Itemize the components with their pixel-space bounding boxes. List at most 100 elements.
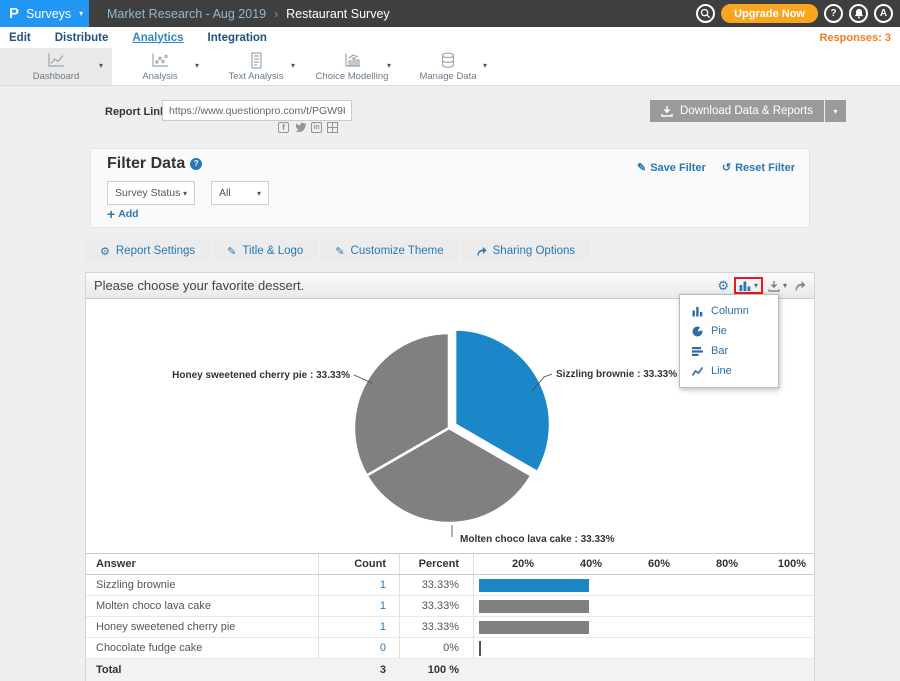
scale-tick: 40% [542, 558, 610, 570]
questionpro-logo: P [9, 6, 19, 21]
question-title: Please choose your favorite dessert. [94, 278, 304, 293]
menu-item-line[interactable]: Line [680, 361, 778, 381]
tab-sharing-options[interactable]: Sharing Options [461, 240, 590, 262]
account-button[interactable]: A [874, 4, 893, 23]
download-options-caret-button[interactable]: ▾ [825, 100, 846, 122]
tab-report-settings[interactable]: ⚙Report Settings [85, 240, 210, 262]
nav-tab-edit[interactable]: Edit [0, 32, 43, 44]
share-icon [476, 246, 487, 256]
filter-title: Filter Data? [107, 155, 202, 173]
answer-cell: Sizzling brownie [86, 575, 318, 595]
menu-item-bar[interactable]: Bar [680, 341, 778, 361]
download-reports-group: Download Data & Reports ▾ [650, 100, 846, 122]
question-mark-icon: ? [830, 8, 836, 19]
tool-tab-label: Choice Modelling [316, 71, 389, 82]
count-link[interactable]: 1 [380, 600, 386, 612]
bar-chart-icon [739, 280, 751, 291]
twitter-icon[interactable] [294, 122, 306, 132]
menu-item-pie[interactable]: Pie [680, 321, 778, 341]
facebook-icon[interactable]: f [278, 122, 289, 133]
scale-tick: 20% [474, 558, 542, 570]
total-label: Total [86, 659, 318, 681]
text-analysis-document-icon [245, 52, 267, 69]
report-link-label: Report Link [105, 106, 166, 118]
share-icons-row: f in [162, 121, 352, 133]
caret-down-icon[interactable]: ▾ [195, 61, 199, 70]
nav-tab-distribute[interactable]: Distribute [43, 32, 121, 44]
tab-customize-theme[interactable]: ✎Customize Theme [320, 240, 458, 262]
chart-settings-gear-icon[interactable]: ⚙ [717, 278, 729, 294]
filter-panel: Filter Data? ✎Save Filter ↺Reset Filter … [90, 148, 810, 228]
caret-down-icon[interactable]: ▾ [291, 61, 295, 70]
upgrade-now-button[interactable]: Upgrade Now [721, 4, 818, 23]
count-link[interactable]: 1 [380, 579, 386, 591]
breadcrumb: Market Research - Aug 2019 › Restaurant … [107, 7, 390, 21]
tool-tab-label: Text Analysis [229, 71, 284, 82]
filter-field-select[interactable]: Survey Status▾ [107, 181, 195, 205]
tool-tab-manage-data[interactable]: Manage Data ▾ [400, 48, 496, 85]
pie-chart[interactable] [354, 330, 550, 524]
pie-label-honey-sweetened-cherry-pie: Honey sweetened cherry pie : 33.33% [172, 370, 350, 381]
breadcrumb-project-link[interactable]: Market Research - Aug 2019 [107, 7, 266, 21]
embed-icon[interactable] [327, 122, 338, 133]
percent-cell: 33.33% [399, 575, 473, 595]
count-link[interactable]: 0 [380, 642, 386, 654]
download-reports-button[interactable]: Download Data & Reports [650, 100, 824, 122]
responses-count: Responses: 3 [819, 32, 900, 44]
percent-cell: 33.33% [399, 596, 473, 616]
pie-chart-icon [692, 326, 703, 337]
edit-icon: ✎ [227, 245, 236, 258]
caret-down-icon[interactable]: ▾ [483, 61, 487, 70]
chart-type-button[interactable]: ▾ [736, 279, 761, 292]
chart-download-button[interactable]: ▾ [768, 280, 787, 292]
filter-links: ✎Save Filter ↺Reset Filter [637, 161, 795, 174]
top-nav-bar: P Surveys ▾ Market Research - Aug 2019 ›… [0, 0, 900, 27]
notifications-button[interactable] [849, 4, 868, 23]
share-icon [794, 280, 806, 291]
tab-title-logo[interactable]: ✎Title & Logo [212, 240, 318, 262]
choice-modelling-chart-icon [341, 52, 363, 69]
percent-cell: 33.33% [399, 617, 473, 637]
product-label: Surveys [26, 7, 71, 21]
download-reports-label: Download Data & Reports [680, 105, 813, 117]
surveys-menu[interactable]: P Surveys ▾ [0, 0, 89, 27]
reset-filter-link[interactable]: ↺Reset Filter [722, 161, 795, 174]
percent-cell: 0% [399, 638, 473, 658]
tool-tab-text-analysis[interactable]: Text Analysis ▾ [208, 48, 304, 85]
report-settings-tabs: ⚙Report Settings ✎Title & Logo ✎Customiz… [85, 240, 590, 262]
filter-value-select[interactable]: All▾ [211, 181, 269, 205]
pie-label-molten-choco-lava-cake: Molten choco lava cake : 33.33% [460, 534, 615, 545]
tool-tab-dashboard[interactable]: Dashboard ▾ [0, 48, 112, 85]
plus-icon: + [107, 207, 115, 221]
report-link-input[interactable] [162, 100, 352, 121]
linkedin-icon[interactable]: in [311, 122, 322, 133]
caret-down-icon[interactable]: ▾ [99, 61, 103, 70]
percent-bar [479, 641, 481, 656]
percent-bar [479, 579, 589, 592]
count-link[interactable]: 1 [380, 621, 386, 633]
caret-down-icon: ▾ [754, 281, 758, 290]
bell-icon [854, 8, 864, 19]
caret-down-icon: ▾ [257, 189, 261, 198]
tool-tab-analysis[interactable]: Analysis ▾ [112, 48, 208, 85]
search-button[interactable] [696, 4, 715, 23]
chart-share-button[interactable] [794, 280, 806, 291]
save-filter-link[interactable]: ✎Save Filter [637, 161, 706, 174]
breadcrumb-survey: Restaurant Survey [286, 7, 390, 21]
menu-item-column[interactable]: Column [680, 301, 778, 321]
gear-icon: ⚙ [100, 245, 110, 258]
nav-tab-analytics[interactable]: Analytics [120, 32, 195, 44]
reset-icon: ↺ [722, 161, 731, 174]
help-button[interactable]: ? [824, 4, 843, 23]
col-header-percent: Percent [399, 554, 473, 574]
dashboard-chart-icon [45, 52, 67, 69]
add-filter-link[interactable]: +Add [107, 207, 139, 221]
tool-tab-choice-modelling[interactable]: Choice Modelling ▾ [304, 48, 400, 85]
caret-down-icon[interactable]: ▾ [387, 61, 391, 70]
main-menu: Edit Distribute Analytics Integration Re… [0, 27, 900, 48]
col-header-answer: Answer [86, 554, 318, 574]
nav-tab-integration[interactable]: Integration [196, 32, 279, 44]
help-icon[interactable]: ? [190, 158, 202, 170]
database-icon [437, 52, 459, 69]
line-chart-icon [692, 366, 703, 377]
